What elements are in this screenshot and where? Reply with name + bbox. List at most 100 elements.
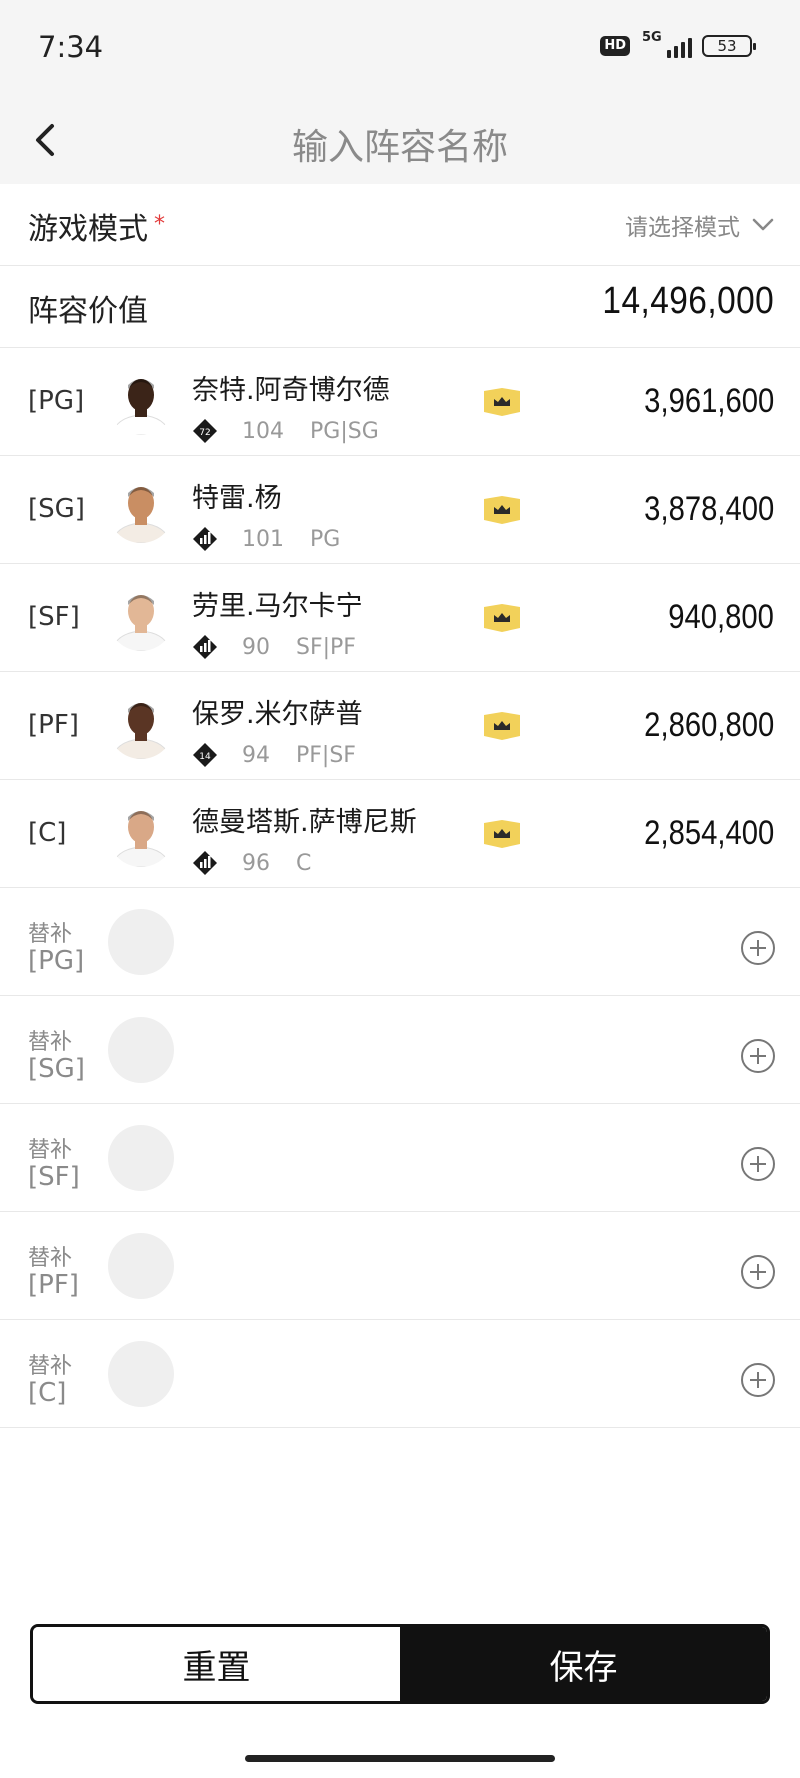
hd-icon: HD — [600, 36, 630, 56]
player-price: 2,854,400 — [643, 814, 774, 852]
player-ovr: 101 — [242, 526, 284, 552]
status-bar: 7:34 HD 5G 53 — [0, 0, 800, 96]
bench-row[interactable]: 替补 [C] — [0, 1320, 800, 1428]
player-name: 保罗.米尔萨普 — [192, 699, 363, 730]
empty-avatar-placeholder — [108, 1017, 174, 1083]
bench-row[interactable]: 替补 [PG] — [0, 888, 800, 996]
bench-label: 替补 — [28, 1246, 73, 1271]
diamond-badge-icon: 14 — [193, 743, 217, 767]
player-ovr: 104 — [242, 418, 284, 444]
bench-position-label: [C] — [28, 1378, 67, 1408]
crown-icon — [484, 496, 520, 524]
save-button[interactable]: 保存 — [400, 1627, 767, 1701]
lineup-value-label: 阵容价值 — [28, 294, 148, 329]
status-time: 7:34 — [38, 30, 104, 64]
reset-button[interactable]: 重置 — [33, 1627, 400, 1701]
lineup-name-title[interactable]: 输入阵容名称 — [0, 118, 800, 170]
home-indicator[interactable] — [245, 1755, 555, 1762]
network-type: 5G — [642, 30, 662, 45]
crown-icon — [484, 388, 520, 416]
player-positions: SF|PF — [296, 634, 356, 660]
crown-icon — [484, 712, 520, 740]
bench-row[interactable]: 替补 [SF] — [0, 1104, 800, 1212]
diamond-badge-icon: 72 — [193, 419, 217, 443]
player-meta: 101 PG — [192, 526, 340, 552]
bench-position-label: [SG] — [28, 1054, 85, 1084]
bench-position-label: [PF] — [28, 1270, 79, 1300]
lineup-value-row: 阵容价值 14,496,000 — [0, 266, 800, 348]
bench-label: 替补 — [28, 1138, 73, 1163]
bench-row[interactable]: 替补 [PF] — [0, 1212, 800, 1320]
empty-avatar-placeholder — [108, 909, 174, 975]
battery-level: 53 — [717, 37, 737, 55]
player-price: 3,878,400 — [643, 490, 774, 528]
starter-row[interactable]: [SG] 特雷.杨 101 PG 3,878,400 — [0, 456, 800, 564]
status-icons: HD 5G 53 — [600, 30, 756, 60]
player-name: 特雷.杨 — [192, 483, 282, 514]
starter-row[interactable]: [SF] 劳里.马尔卡宁 90 SF|PF 940,800 — [0, 564, 800, 672]
player-meta: 96 C — [192, 850, 311, 876]
plus-circle-icon[interactable] — [740, 1254, 776, 1290]
empty-avatar-placeholder — [108, 1125, 174, 1191]
lineup-value-amount: 14,496,000 — [602, 280, 774, 322]
empty-avatar-placeholder — [108, 1233, 174, 1299]
starter-row[interactable]: [C] 德曼塔斯.萨博尼斯 96 C 2,854,400 — [0, 780, 800, 888]
bench-row[interactable]: 替补 [SG] — [0, 996, 800, 1104]
player-avatar — [108, 693, 174, 759]
position-label: [C] — [28, 818, 67, 848]
badge-number: 14 — [199, 752, 211, 762]
bench-label: 替补 — [28, 1354, 73, 1379]
bench-label: 替补 — [28, 1030, 73, 1055]
diamond-badge-icon — [193, 527, 217, 551]
player-ovr: 90 — [242, 634, 270, 660]
empty-avatar-placeholder — [108, 1341, 174, 1407]
bench-position-label: [PG] — [28, 946, 85, 976]
player-positions: PG|SG — [310, 418, 379, 444]
bench-label: 替补 — [28, 922, 73, 947]
crown-icon — [484, 820, 520, 848]
player-name: 劳里.马尔卡宁 — [192, 591, 363, 622]
player-ovr: 96 — [242, 850, 270, 876]
diamond-badge-icon — [193, 635, 217, 659]
position-label: [SF] — [28, 602, 80, 632]
required-mark: * — [154, 212, 165, 237]
plus-circle-icon[interactable] — [740, 1146, 776, 1182]
player-positions: PG — [310, 526, 341, 552]
position-label: [PG] — [28, 386, 85, 416]
game-mode-label: 游戏模式 * — [28, 204, 165, 248]
plus-circle-icon[interactable] — [740, 1362, 776, 1398]
player-portrait-icon — [108, 801, 174, 867]
nav-bar: 输入阵容名称 — [0, 96, 800, 184]
mode-select-placeholder: 请选择模式 — [625, 215, 740, 241]
player-meta: 90 SF|PF — [192, 634, 356, 660]
player-price: 940,800 — [668, 598, 774, 636]
badge-number: 72 — [199, 428, 210, 438]
plus-circle-icon[interactable] — [740, 930, 776, 966]
bench-position-label: [SF] — [28, 1162, 80, 1192]
player-price: 3,961,600 — [643, 382, 774, 420]
starter-row[interactable]: [PF] 保罗.米尔萨普 14 94 PF|SF 2,860,800 — [0, 672, 800, 780]
game-mode-label-text: 游戏模式 — [28, 212, 148, 247]
mode-select[interactable]: 请选择模式 — [625, 208, 774, 242]
player-avatar — [108, 801, 174, 867]
player-avatar — [108, 369, 174, 435]
starter-row[interactable]: [PG] 奈特.阿奇博尔德 72 104 PG|SG 3,961,600 — [0, 348, 800, 456]
player-positions: PF|SF — [296, 742, 356, 768]
player-meta: 72 104 PG|SG — [192, 418, 379, 444]
player-avatar — [108, 585, 174, 651]
signal-icon: 5G — [640, 30, 692, 60]
diamond-badge-icon — [193, 851, 217, 875]
player-positions: C — [296, 850, 312, 876]
player-avatar — [108, 477, 174, 543]
game-mode-row: 游戏模式 * 请选择模式 — [0, 184, 800, 266]
crown-icon — [484, 604, 520, 632]
player-name: 德曼塔斯.萨博尼斯 — [192, 807, 417, 838]
plus-circle-icon[interactable] — [740, 1038, 776, 1074]
battery-icon: 53 — [702, 35, 756, 57]
player-name: 奈特.阿奇博尔德 — [192, 375, 390, 406]
player-portrait-icon — [108, 369, 174, 435]
position-label: [SG] — [28, 494, 85, 524]
player-price: 2,860,800 — [643, 706, 774, 744]
player-meta: 14 94 PF|SF — [192, 742, 356, 768]
player-portrait-icon — [108, 477, 174, 543]
